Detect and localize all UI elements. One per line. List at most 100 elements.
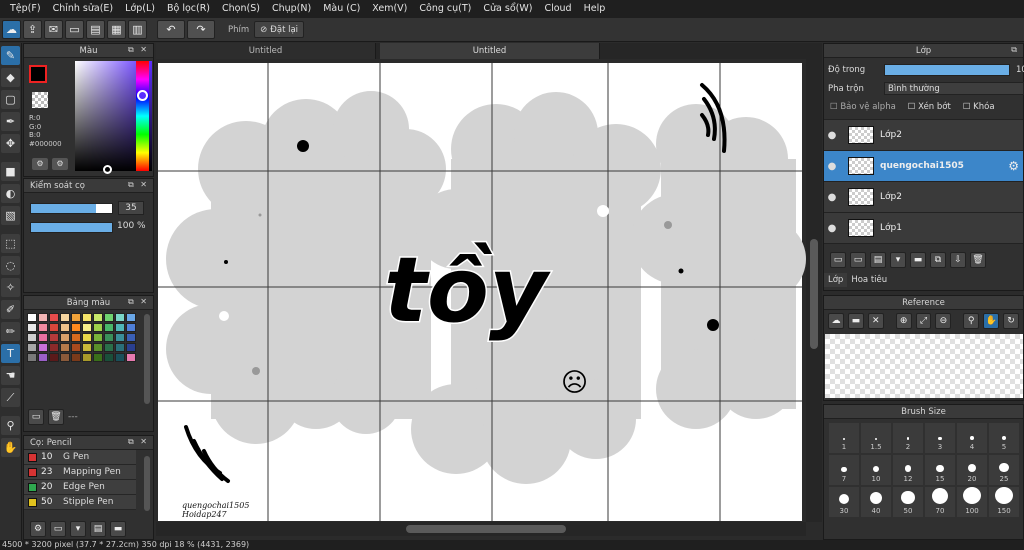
palette-swatch[interactable] [93,343,103,352]
menu-item-10[interactable]: Cloud [538,0,577,18]
reset-button[interactable]: ⊘ Đặt lại [254,21,305,38]
gradient-tool-icon[interactable]: ▧ [1,206,20,225]
brush-copy-icon[interactable]: ▾ [70,521,86,537]
palette-swatch[interactable] [49,343,59,352]
reference-preview[interactable] [825,334,1023,398]
comment-icon[interactable]: ▭ [65,20,84,39]
brush-size-value[interactable]: 35 [118,201,144,215]
palette-swatch[interactable] [115,313,125,322]
eraser-tool-icon[interactable]: ◆ [1,68,20,87]
panel-controls-icon[interactable]: ⧉ ✕ [128,180,149,190]
tab-navigator[interactable]: Hoa tiêu [847,273,891,287]
menu-item-6[interactable]: Màu (C) [317,0,366,18]
brush-size-cell[interactable]: 25 [989,455,1019,485]
delete-layer-icon[interactable]: 🗑 [970,252,986,268]
select-rect-tool-icon[interactable]: ⬚ [1,234,20,253]
horizontal-scrollbar[interactable] [156,522,806,536]
palette-swatch[interactable] [71,343,81,352]
menu-item-11[interactable]: Help [578,0,612,18]
menu-item-3[interactable]: Bộ lọc(R) [161,0,216,18]
eye-icon[interactable]: ● [824,130,840,141]
ref-hand-icon[interactable]: ✋ [983,313,1000,329]
palette-swatch[interactable] [60,323,70,332]
ref-eyedropper-icon[interactable]: ⚲ [963,313,980,329]
eyedropper-tool-icon[interactable]: ⚲ [1,416,20,435]
grid-icon[interactable]: ▦ [107,20,126,39]
ref-folder-icon[interactable]: ▬ [847,313,864,329]
brush-size-cell[interactable]: 10 [861,455,891,485]
brush-size-cell[interactable]: 3 [925,423,955,453]
bucket-tool-icon[interactable]: ◐ [1,184,20,203]
new-layer-2-icon[interactable]: ▭ [850,252,866,268]
eye-icon[interactable]: ● [824,161,840,172]
palette-swatch[interactable] [104,323,114,332]
palette-swatch[interactable] [60,333,70,342]
palette-swatch[interactable] [27,323,37,332]
blend-select[interactable]: Bình thường [884,82,1024,95]
brush-item[interactable]: 23 Mapping Pen [24,465,136,480]
vertical-scroll-thumb[interactable] [810,239,818,349]
horizontal-scroll-thumb[interactable] [406,525,566,533]
foreground-swatch[interactable] [29,65,47,83]
brush-size-cell[interactable]: 4 [957,423,987,453]
document-icon[interactable]: ▤ [86,20,105,39]
layer-folder-icon[interactable]: ▬ [910,252,926,268]
panel-controls-icon[interactable]: ⧉ [1011,45,1019,55]
export-icon[interactable]: ⇪ [23,20,42,39]
ref-fit-icon[interactable]: ⤢ [915,313,932,329]
layer-options-icon[interactable]: ▾ [890,252,906,268]
brush-size-cell[interactable]: 12 [893,455,923,485]
menu-item-7[interactable]: Xem(V) [366,0,413,18]
palette-swatch[interactable] [82,343,92,352]
palette-swatch[interactable] [38,343,48,352]
brush-size-cell[interactable]: 1 [829,423,859,453]
palette-swatch[interactable] [115,343,125,352]
palette-swatch[interactable] [60,353,70,362]
palette-swatch[interactable] [27,343,37,352]
brush-item[interactable]: 50 Stipple Pen [24,495,136,510]
palette-swatch[interactable] [126,353,136,362]
palette-swatch[interactable] [49,333,59,342]
brush-item[interactable]: 20 Edge Pen [24,480,136,495]
palette-swatch[interactable] [115,353,125,362]
brush-size-cell[interactable]: 50 [893,487,923,517]
duplicate-layer-icon[interactable]: ⧉ [930,252,946,268]
brush-tool-icon[interactable]: ✎ [1,46,20,65]
menu-item-0[interactable]: Tệp(F) [4,0,47,18]
palette-swatch[interactable] [60,313,70,322]
color-mode-icon-1[interactable]: ⚙ [32,158,48,170]
divide-tool-icon[interactable]: ⟋ [1,388,20,407]
tab-untitled-2[interactable]: Untitled [380,43,600,59]
palette-swatch[interactable] [126,323,136,332]
palette-swatch[interactable] [104,333,114,342]
palette-swatch[interactable] [49,353,59,362]
brush-size-cell[interactable]: 30 [829,487,859,517]
brush-size-slider[interactable] [30,203,113,214]
protect-alpha-checkbox[interactable]: ☐ Bảo vệ alpha [830,102,896,112]
palette-swatch[interactable] [38,323,48,332]
palette-swatch[interactable] [126,333,136,342]
palette-swatch[interactable] [49,313,59,322]
palette-swatch[interactable] [93,333,103,342]
magic-wand-tool-icon[interactable]: ✧ [1,278,20,297]
layer-row[interactable]: ● Lớp1 [824,213,1023,244]
brush-size-cell[interactable]: 15 [925,455,955,485]
copy-layer-icon[interactable]: ▤ [870,252,886,268]
brush-settings-icon[interactable]: ⚙ [30,521,46,537]
canvas-viewport[interactable]: tồy ☹ quengochai1505 Hoidap247 [156,59,822,522]
eye-icon[interactable]: ● [824,223,840,234]
brush-size-cell[interactable]: 2 [893,423,923,453]
layer-row[interactable]: ● quengochai1505 ⚙ [824,151,1023,182]
brush-size-cell[interactable]: 70 [925,487,955,517]
brush-size-cell[interactable]: 20 [957,455,987,485]
vertical-scrollbar[interactable] [806,59,822,522]
tab-untitled-1[interactable]: Untitled [156,43,376,59]
undo-button[interactable]: ↶ [157,20,185,39]
ref-cloud-icon[interactable]: ☁ [828,313,844,329]
palette-swatch[interactable] [27,353,37,362]
brush-doc-icon[interactable]: ▤ [90,521,106,537]
menu-item-1[interactable]: Chỉnh sửa(E) [47,0,120,18]
palette-swatch[interactable] [27,313,37,322]
palette-swatch[interactable] [27,333,37,342]
ref-zoom-in-icon[interactable]: ⊕ [895,313,912,329]
